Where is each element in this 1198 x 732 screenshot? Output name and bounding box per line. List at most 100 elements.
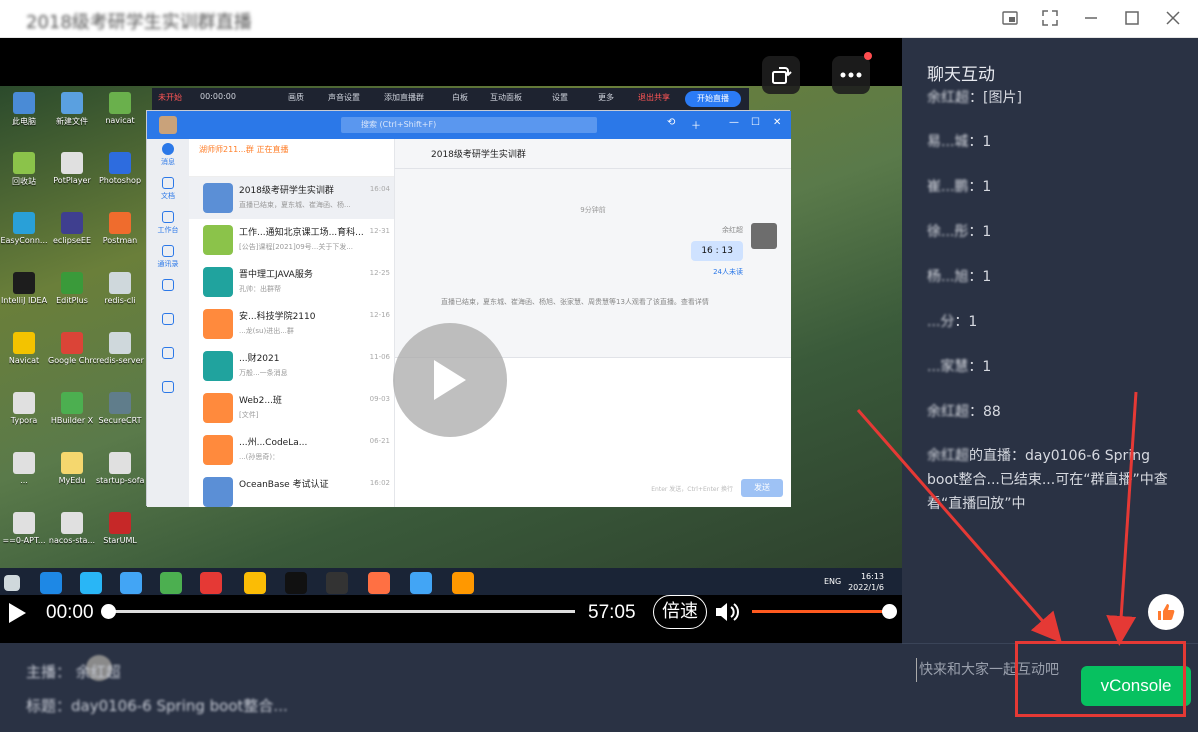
minimize-button[interactable]: [1076, 4, 1106, 32]
taskbar-time: 16:13: [860, 572, 884, 581]
windows-start-icon: [4, 575, 20, 591]
big-play-button[interactable]: [393, 323, 507, 437]
play-icon: [9, 603, 26, 623]
window-titlebar: 2018级考研学生实训群直播: [0, 0, 1198, 38]
chat-message: 余红超：88: [927, 404, 1001, 420]
qq-send-button: 发送: [741, 479, 783, 497]
live-status: 未开始: [158, 93, 182, 102]
maximize-button[interactable]: [1117, 4, 1147, 32]
live-exit-share: 退出共享: [638, 93, 670, 102]
chat-message: ...家慧：1: [927, 359, 992, 375]
qq-sender-avatar: [751, 223, 777, 249]
video-player[interactable]: 此电脑 新建文件 navicat 回收站 PotPlayer Photoshop…: [0, 38, 902, 643]
video-taskbar: ENG 16:13 2022/1/6: [0, 568, 902, 598]
more-icon: [840, 72, 862, 78]
thumbs-up-icon: [1158, 604, 1175, 620]
current-time: 00:00: [46, 602, 94, 623]
qq-list-item: 安...科技学院2110 ...龙(su)进出...群 12-16: [189, 303, 394, 345]
close-button[interactable]: [1158, 4, 1188, 32]
stream-topic: 标题：day0106-6 Spring boot整合...: [26, 697, 288, 715]
taskbar-app-icon: [200, 572, 222, 594]
live-timer: 00:00:00: [200, 92, 236, 101]
qq-side-item: [147, 343, 189, 377]
live-toolbar: 未开始 00:00:00 画质 声音设置 添加直播群 白板 互动面板 设置 更多…: [152, 88, 749, 110]
desktop-icon: HBuilder X: [48, 392, 96, 425]
anchor-name: 主播： 余红超: [26, 663, 121, 681]
player-controls: 00:00 57:05 倍速: [0, 595, 902, 643]
desktop-icon: eclipseEE: [48, 212, 96, 245]
qq-bubble-sender: 余红超: [722, 226, 743, 234]
chat-panel: 聊天互动 余红超：[图片] 易...城：1 崔...鹏：1 徐...彤：1 杨.…: [902, 38, 1198, 643]
qq-unread: 24人未读: [713, 268, 743, 276]
window-title: 2018级考研学生实训群直播: [26, 12, 252, 33]
qq-side-item: 消息: [147, 139, 189, 173]
taskbar-app-icon: [326, 572, 348, 594]
desktop-icon: IntelliJ IDEA: [0, 272, 48, 305]
desktop-icon: redis-cli: [96, 272, 144, 305]
chat-title: 聊天互动: [927, 65, 995, 85]
taskbar-app-icon: [368, 572, 390, 594]
live-item: 画质: [288, 93, 304, 102]
qq-avatar: [159, 116, 177, 134]
volume-slider[interactable]: [752, 604, 897, 619]
rotate-screen-button[interactable]: [762, 56, 800, 94]
volume-knob[interactable]: [882, 604, 897, 619]
desktop-icon: startup-sofa: [96, 452, 144, 485]
qq-side-item: [147, 377, 189, 411]
qq-list-item: ...州...CodeLa... ...(孙思奇)： 06-21: [189, 429, 394, 471]
play-icon: [434, 360, 466, 400]
desktop-icon: Typora: [0, 392, 48, 425]
qq-history-icon: ⟲: [667, 117, 676, 128]
pip-icon[interactable]: [995, 4, 1025, 32]
qq-list-tools: [189, 159, 394, 177]
chat-message: 余红超：[图片]: [927, 90, 1022, 106]
speed-button[interactable]: 倍速: [653, 595, 707, 629]
desktop-icon: Photoshop: [96, 152, 144, 185]
qq-list-item: 2018级考研学生实训群 直播已结束，夏东城、崔海函、杨... 16:04: [189, 177, 394, 219]
desktop-icon: Navicat: [0, 332, 48, 365]
fullscreen-icon[interactable]: [1035, 4, 1065, 32]
chat-message: 徐...彤：1: [927, 224, 992, 240]
taskbar-app-icon: [120, 572, 142, 594]
progress-bar[interactable]: [101, 604, 575, 619]
taskbar-app-icon: [285, 572, 307, 594]
vconsole-button[interactable]: vConsole: [1081, 666, 1191, 706]
live-item: 互动面板: [490, 93, 522, 102]
chat-message: 易...城：1: [927, 134, 992, 150]
desktop-icon: nacos-sta...: [48, 512, 96, 545]
qq-list-item: OceanBase 考试认证 16:02: [189, 471, 394, 513]
qq-side-item: 通讯录: [147, 241, 189, 275]
desktop-icon: MyEdu: [48, 452, 96, 485]
more-options-button[interactable]: [832, 52, 872, 94]
desktop-icon: Google Chrome: [48, 332, 96, 365]
qq-sidebar: 消息 文档 工作台 通讯录: [147, 139, 189, 507]
volume-icon[interactable]: [714, 600, 742, 624]
qq-side-item: 工作台: [147, 207, 189, 241]
qq-maximize-icon: ☐: [751, 117, 760, 128]
desktop-icon: PotPlayer: [48, 152, 96, 185]
desktop-icon: 此电脑: [0, 92, 48, 127]
qq-system-message: 直播已结束，夏东城、崔海函、杨旭、张家慧、周贵慧等13人观看了该直播。查看详情: [441, 298, 709, 306]
qq-chat-title: 2018级考研学生实训群: [395, 139, 791, 169]
taskbar-date: 2022/1/6: [848, 583, 884, 592]
chat-message: ...分：1: [927, 314, 978, 330]
live-item: 更多: [598, 93, 614, 102]
play-button[interactable]: [6, 601, 30, 625]
qq-list-item: Web2...班 [文件] 09-03: [189, 387, 394, 429]
rotate-icon: [772, 67, 792, 84]
desktop-icon: 新建文件: [48, 92, 96, 127]
qq-list-item: 工作...通知北京课工场...育科... [公告]课程[2021]09号...关于…: [189, 219, 394, 261]
desktop-icon: Postman: [96, 212, 144, 245]
desktop-icon: EasyConn...: [0, 212, 48, 245]
taskbar-app-icon: [410, 572, 432, 594]
qq-titlebar: 搜索 (Ctrl+Shift+F) ⟲ ＋ — ☐ ✕: [147, 111, 791, 139]
taskbar-app-icon: [80, 572, 102, 594]
chat-message: 杨...旭：1: [927, 269, 992, 285]
desktop-icon: redis-server: [96, 332, 144, 365]
chat-input[interactable]: [916, 658, 1086, 682]
like-button[interactable]: [1148, 594, 1184, 630]
live-start-button: 开始直播: [685, 91, 741, 107]
progress-knob[interactable]: [101, 604, 116, 619]
notification-dot: [864, 52, 872, 60]
chat-message: 余红超的直播：day0106-6 Spring boot整合...已结束...可…: [927, 448, 1168, 512]
